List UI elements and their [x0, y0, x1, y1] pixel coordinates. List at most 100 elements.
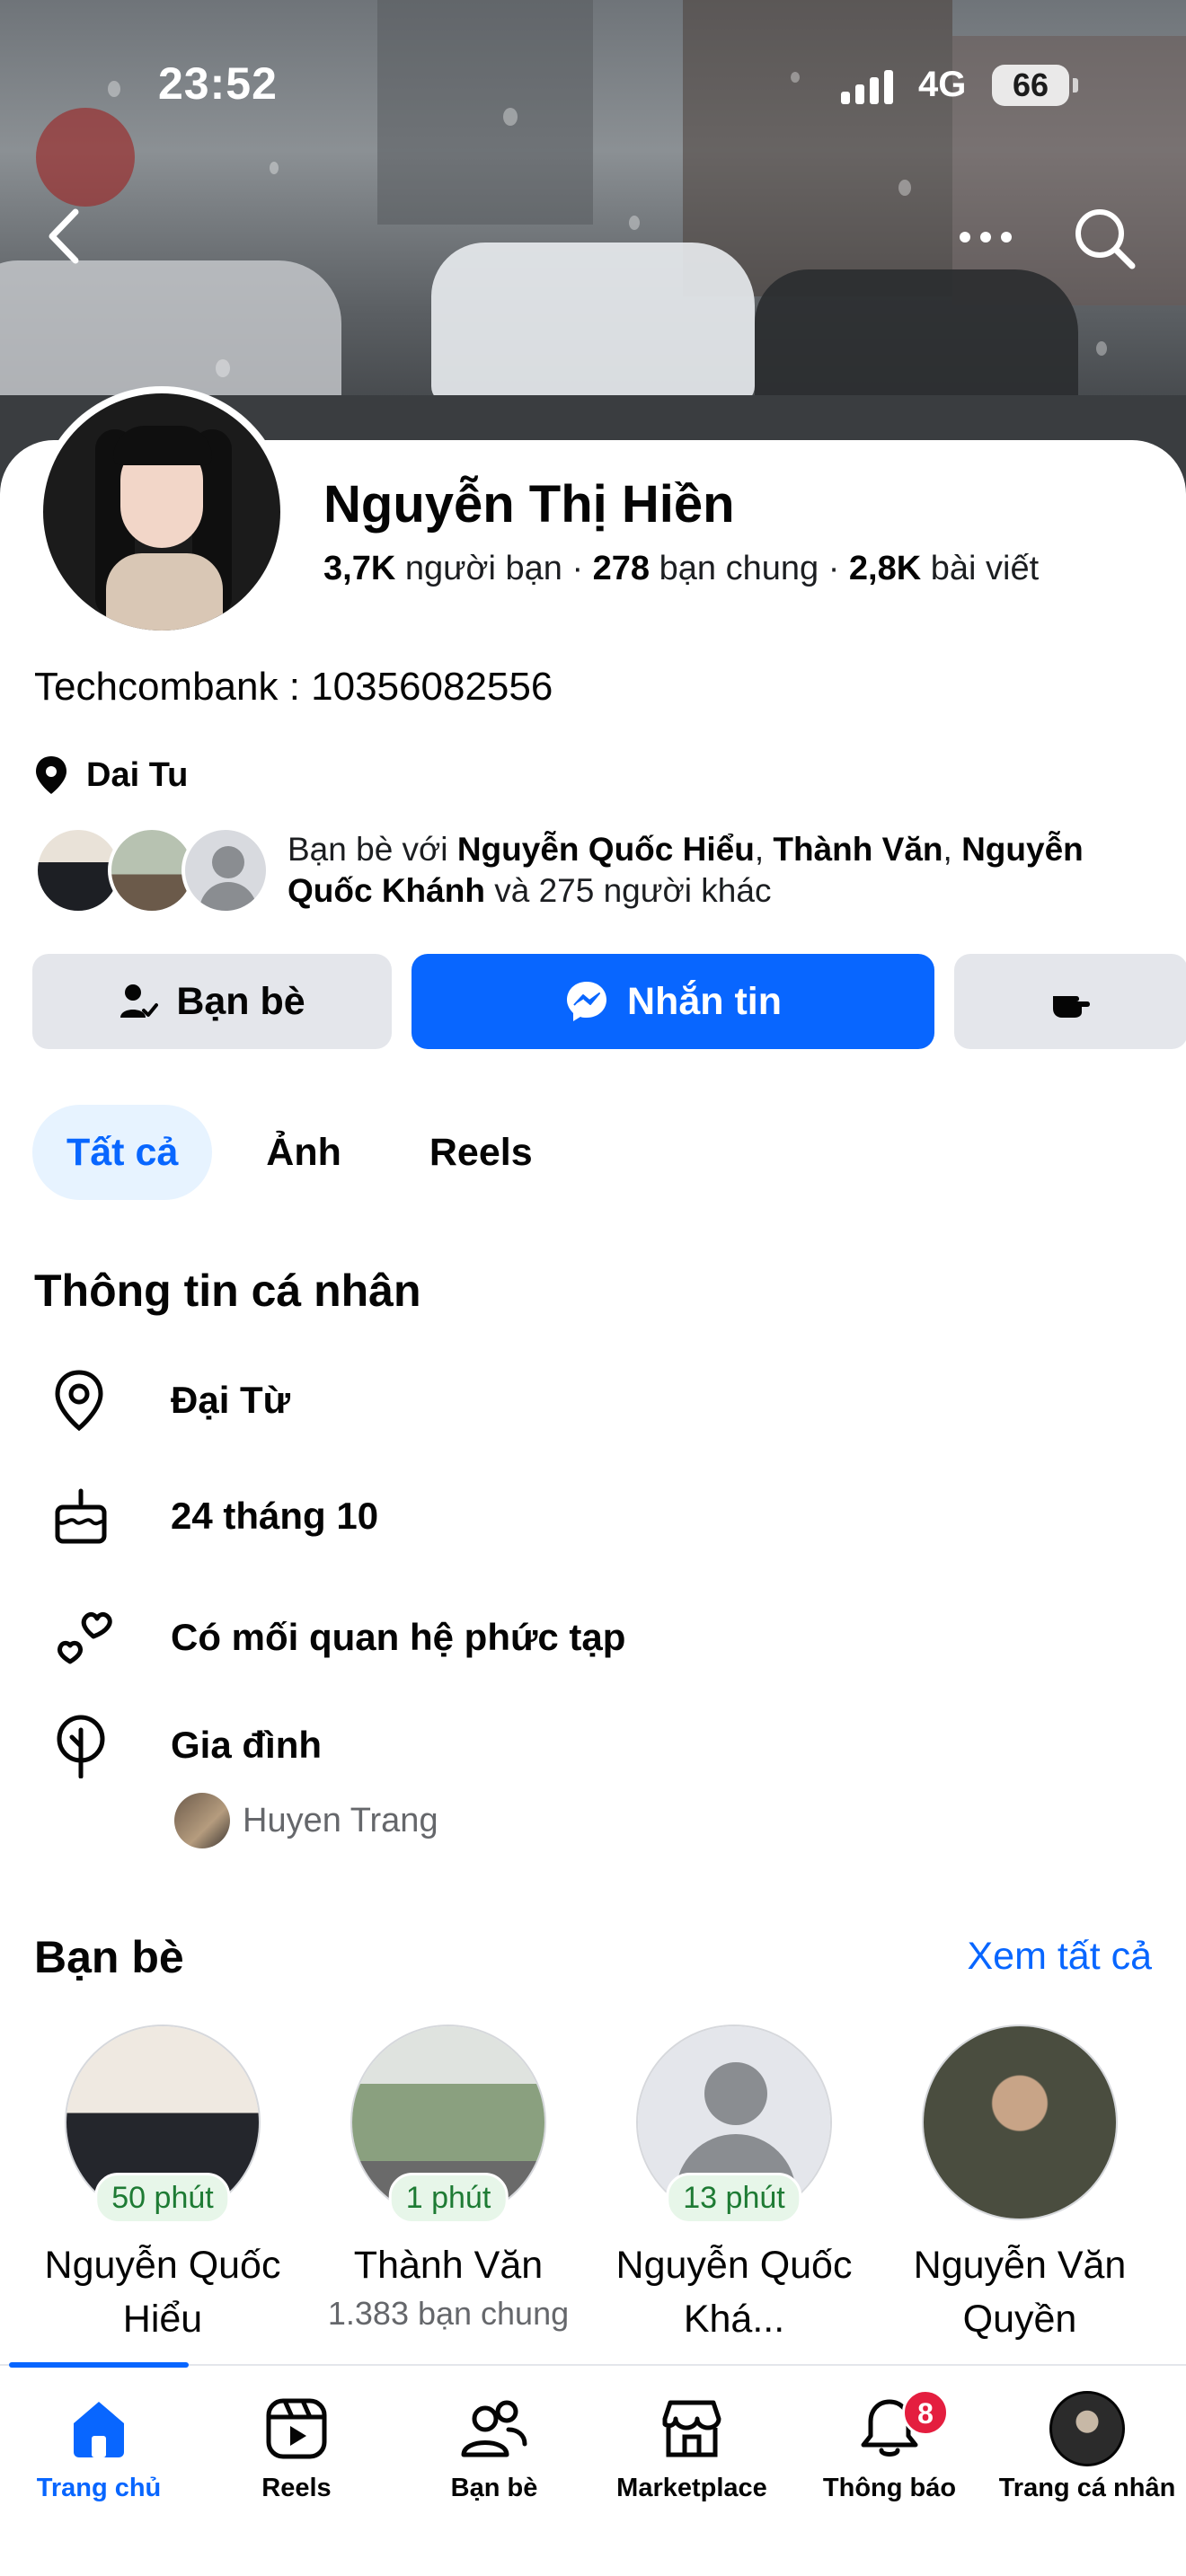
- active-tab-indicator: [9, 2362, 189, 2368]
- reels-icon: [266, 2398, 327, 2459]
- location-pin-icon: [55, 1370, 103, 1432]
- hearts-icon: [57, 1611, 112, 1664]
- message-button[interactable]: Nhắn tin: [412, 954, 934, 1049]
- info-location[interactable]: Đại Từ: [34, 1369, 290, 1432]
- friend-card[interactable]: Nguyễn Văn Quyền: [890, 2025, 1150, 2346]
- nav-home[interactable]: Trang chủ: [0, 2384, 198, 2503]
- friend-card[interactable]: 1 phút Thành Văn 1.383 bạn chung: [318, 2025, 579, 2335]
- nav-marketplace[interactable]: Marketplace: [593, 2384, 791, 2503]
- nav-profile-label: Trang cá nhân: [998, 2474, 1176, 2502]
- user-check-icon: [120, 984, 159, 1018]
- my-avatar: [1049, 2391, 1125, 2466]
- active-time-badge: 13 phút: [666, 2173, 802, 2224]
- friend-avatar: [922, 2025, 1118, 2220]
- raindrop: [629, 216, 640, 230]
- friend-name: Thành Văn: [353, 2244, 544, 2287]
- friends-count-label: người bạn: [404, 550, 562, 587]
- profile-avatar[interactable]: [36, 386, 288, 638]
- notification-badge: 8: [902, 2389, 949, 2436]
- info-relationship-text: Có mối quan hệ phức tạp: [171, 1616, 626, 1658]
- profile-location: Dai Tu: [34, 754, 188, 796]
- nav-marketplace-label: Marketplace: [616, 2474, 767, 2502]
- bottom-nav: Trang chủ Reels Bạn bè Marketplace 8 Thô…: [0, 2362, 1186, 2576]
- nav-profile[interactable]: Trang cá nhân: [988, 2384, 1186, 2503]
- profile-actions: Bạn bè Nhắn tin: [32, 954, 1186, 1049]
- friend-name: Nguyễn Quốc Hiểu: [44, 2244, 281, 2341]
- profile-bio: Techcombank : 10356082556: [34, 665, 553, 709]
- messenger-icon: [567, 982, 606, 1021]
- birthday-cake-icon: [55, 1488, 107, 1544]
- profile-photo: [43, 393, 280, 631]
- friend-mutual: 1.383 bạn chung: [327, 2295, 570, 2332]
- active-time-badge: 1 phút: [388, 2173, 509, 2224]
- raindrop: [270, 162, 279, 174]
- nav-notifications-label: Thông báo: [822, 2474, 957, 2502]
- friend-avatar: 1 phút: [350, 2025, 546, 2224]
- home-icon: [74, 2402, 124, 2457]
- family-member-name: Huyen Trang: [243, 1801, 438, 1839]
- see-all-friends-link[interactable]: Xem tất cả: [967, 1935, 1152, 1979]
- nav-reels[interactable]: Reels: [198, 2384, 395, 2503]
- marketplace-icon: [662, 2400, 721, 2457]
- friend-avatar: 50 phút: [65, 2025, 261, 2224]
- mutual-count[interactable]: 278: [593, 550, 650, 587]
- status-bar: 23:52 4G 66: [0, 54, 1186, 117]
- battery-icon: 66: [992, 65, 1078, 106]
- location-text: Dai Tu: [86, 755, 189, 794]
- tab-photos[interactable]: Ảnh: [232, 1105, 376, 1200]
- personal-info-title: Thông tin cá nhân: [34, 1266, 421, 1316]
- nav-reels-label: Reels: [261, 2474, 332, 2502]
- friends-button-label: Bạn bè: [176, 979, 305, 1023]
- tab-reels[interactable]: Reels: [395, 1105, 567, 1200]
- friends-count[interactable]: 3,7K: [323, 550, 395, 587]
- mutual-avatar: [181, 826, 270, 914]
- family-member[interactable]: Huyen Trang: [174, 1793, 438, 1848]
- mutual-count-label: bạn chung: [659, 550, 819, 587]
- friend-name: Nguyễn Văn Quyền: [913, 2244, 1127, 2341]
- family-tree-icon: [57, 1715, 105, 1778]
- friends-button[interactable]: Bạn bè: [32, 954, 392, 1049]
- network-type: 4G: [918, 65, 967, 104]
- info-family[interactable]: Gia đình: [34, 1712, 322, 1778]
- signal-icon: [841, 70, 893, 104]
- cover-car: [431, 243, 755, 404]
- mutual-friends-row[interactable]: Bạn bè với Nguyễn Quốc Hiểu, Thành Văn, …: [34, 826, 1157, 914]
- hand-point-icon: [1053, 996, 1090, 1018]
- cover-sign: [36, 108, 135, 207]
- profile-name: Nguyễn Thị Hiền: [323, 475, 735, 534]
- mutual-avatars: [34, 826, 270, 914]
- nav-notifications[interactable]: 8 Thông báo: [791, 2384, 988, 2503]
- search-icon: [1075, 209, 1136, 269]
- info-birthday-text: 24 tháng 10: [171, 1495, 379, 1537]
- info-family-title: Gia đình: [171, 1724, 322, 1766]
- chevron-left-icon: [49, 208, 79, 264]
- posts-count[interactable]: 2,8K: [849, 550, 921, 587]
- search-button[interactable]: [1071, 205, 1139, 273]
- mutual-friends-text: Bạn bè với Nguyễn Quốc Hiểu, Thành Văn, …: [288, 831, 1084, 909]
- family-member-avatar: [174, 1793, 230, 1848]
- more-dots-icon: [960, 232, 1012, 243]
- info-birthday[interactable]: 24 tháng 10: [34, 1487, 378, 1545]
- nav-friends-label: Bạn bè: [450, 2474, 538, 2502]
- raindrop: [898, 180, 911, 196]
- active-time-badge: 50 phút: [94, 2173, 231, 2224]
- tab-all[interactable]: Tất cả: [32, 1105, 213, 1200]
- poke-button[interactable]: [954, 954, 1186, 1049]
- friend-card[interactable]: 13 phút Nguyễn Quốc Khá...: [604, 2025, 864, 2346]
- location-pin-icon: [36, 756, 66, 794]
- message-button-label: Nhắn tin: [627, 979, 782, 1023]
- nav-friends[interactable]: Bạn bè: [395, 2384, 593, 2503]
- raindrop: [216, 359, 230, 377]
- info-relationship[interactable]: Có mối quan hệ phức tạp: [34, 1606, 625, 1669]
- profile-tabs: Tất cả Ảnh Reels: [32, 1105, 567, 1200]
- status-time: 23:52: [158, 58, 278, 109]
- friend-avatar: 13 phút: [636, 2025, 832, 2224]
- friend-card[interactable]: 50 phút Nguyễn Quốc Hiểu: [32, 2025, 293, 2346]
- nav-home-label: Trang chủ: [36, 2474, 162, 2502]
- back-button[interactable]: [41, 205, 86, 268]
- friends-carousel: 50 phút Nguyễn Quốc Hiểu 1 phút Thành Vă…: [32, 2025, 1164, 2366]
- friends-section-title: Bạn bè: [34, 1932, 184, 1982]
- raindrop: [1096, 341, 1107, 356]
- more-button[interactable]: [954, 212, 1017, 262]
- posts-count-label: bài viết: [930, 550, 1040, 587]
